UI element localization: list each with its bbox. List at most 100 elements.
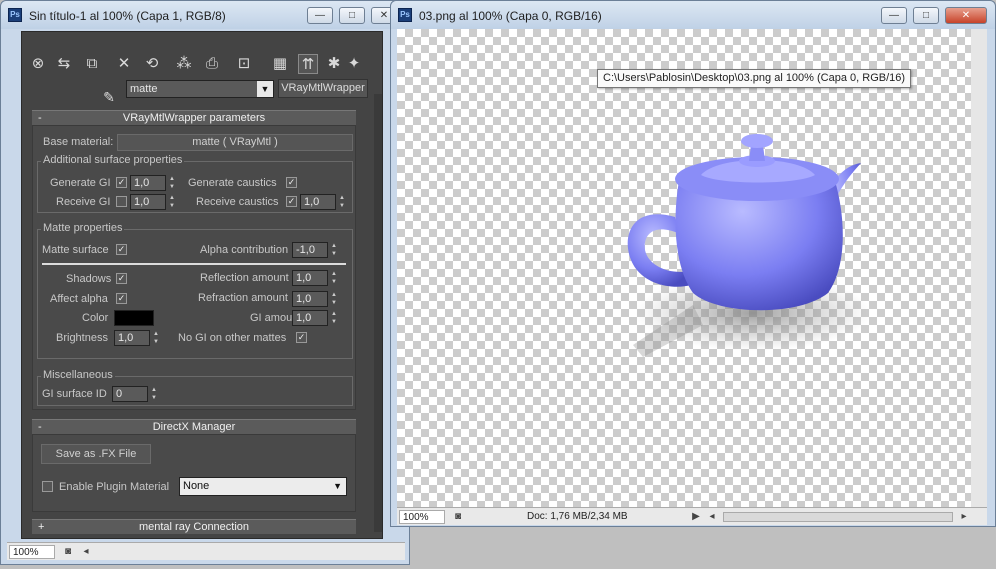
material-name-field[interactable]: matte ▼ [126,80,274,98]
matte-color-swatch[interactable] [114,310,154,326]
status-menu-icon[interactable]: ◙ [61,545,75,559]
close-button[interactable]: ✕ [945,7,987,24]
receive-caustics-checkbox[interactable]: ✓ [286,196,297,207]
shadows-checkbox[interactable]: ✓ [116,273,127,284]
delete-material-icon[interactable]: ✕ [114,54,134,74]
additional-surface-title: Additional surface properties [41,154,185,166]
receive-gi-spinner[interactable]: 1,0 [130,194,166,210]
status-arrow-icon[interactable]: ▶ [689,510,703,524]
plugin-material-select[interactable]: None ▼ [179,477,347,496]
matte-divider [42,263,346,265]
brightness-label: Brightness [56,332,108,344]
gi-surface-id-spinner[interactable]: 0 [112,386,148,402]
get-material-icon[interactable]: ⊗ [28,54,48,74]
eyedropper-icon[interactable]: ✎ [100,88,118,106]
material-name-text: matte [130,83,158,95]
photoshop-icon: Ps [8,8,22,22]
show-map-icon[interactable]: ▦ [270,54,290,74]
additional-surface-group: Additional surface properties Generate G… [37,154,353,213]
refraction-amount-spinner[interactable]: 1,0 [292,291,328,307]
generate-caustics-checkbox[interactable]: ✓ [286,177,297,188]
rollout-mentalray-header[interactable]: + mental ray Connection [32,519,356,534]
vertical-scrollbar[interactable] [971,29,987,507]
go-to-parent-icon[interactable]: ✱ [324,54,344,74]
zoom-field[interactable]: 100% [9,545,55,559]
go-forward-sibling-icon[interactable]: ✦ [344,54,364,74]
no-gi-checkbox[interactable]: ✓ [296,332,307,343]
left-window-titlebar[interactable]: Ps Sin título-1 al 100% (Capa 1, RGB/8) … [1,1,409,29]
receive-gi-label: Receive GI [56,196,111,208]
gi-surface-id-label: GI surface ID [42,388,107,400]
photoshop-icon: Ps [398,8,412,22]
base-material-label: Base material: [43,136,114,148]
spinner-arrows-icon[interactable]: ▲ ▼ [330,270,338,286]
make-unique-icon[interactable]: ⁂ [174,54,194,74]
matte-properties-group: Matte properties Matte surface ✓ Alpha c… [37,222,353,359]
spinner-arrows-icon[interactable]: ▲ ▼ [330,242,338,258]
scroll-left-icon[interactable]: ◂ [705,510,719,524]
copy-material-icon[interactable]: ⟲ [142,54,162,74]
receive-caustics-spinner[interactable]: 1,0 [300,194,336,210]
right-window-titlebar[interactable]: Ps 03.png al 100% (Capa 0, RGB/16) — □ ✕ [391,1,995,29]
panel-scrollbar[interactable] [374,94,382,532]
affect-alpha-checkbox[interactable]: ✓ [116,293,127,304]
spinner-arrows-icon[interactable]: ▲ ▼ [338,194,346,210]
base-material-button[interactable]: matte ( VRayMtl ) [117,134,353,151]
rollout-toggle[interactable]: - [38,420,42,434]
spinner-arrows-icon[interactable]: ▲ ▼ [152,330,160,346]
spinner-arrows-icon[interactable]: ▲ ▼ [330,291,338,307]
right-document-window: Ps 03.png al 100% (Capa 0, RGB/16) — □ ✕ [390,0,996,527]
spinner-arrows-icon[interactable]: ▲ ▼ [168,175,176,191]
maximize-button[interactable]: □ [339,7,365,24]
material-toolbar: ⊗ ⇆ ⧉ ✕ ⟲ ⁂ ⎙ ⊡ ▦ ⇈ ✱ ✦ [26,50,378,78]
reflection-amount-label: Reflection amount [200,272,289,284]
color-label: Color [82,312,109,324]
teapot-image [627,134,871,357]
rollout-toggle[interactable]: + [38,520,44,534]
right-window-title: 03.png al 100% (Capa 0, RGB/16) [419,9,602,23]
scroll-right-icon[interactable]: ▸ [957,510,971,524]
generate-gi-checkbox[interactable]: ✓ [116,177,127,188]
status-menu-icon[interactable]: ◙ [451,510,465,524]
rollout-directx-header[interactable]: - DirectX Manager [32,419,356,434]
generate-gi-spinner[interactable]: 1,0 [130,175,166,191]
scroll-left-icon[interactable]: ◂ [79,545,93,559]
assign-material-icon[interactable]: ⧉ [82,54,102,74]
right-status-bar: 100% ◙ Doc: 1,76 MB/2,34 MB ▶ ◂ ▸ [397,507,987,525]
no-gi-label: No GI on other mattes [178,332,287,344]
enable-plugin-checkbox[interactable] [42,481,53,492]
save-fx-button[interactable]: Save as .FX File [41,444,151,464]
gi-amount-spinner[interactable]: 1,0 [292,310,328,326]
spinner-arrows-icon[interactable]: ▲ ▼ [168,194,176,210]
material-id-icon[interactable]: ⊡ [234,54,254,74]
maximize-button[interactable]: □ [913,7,939,24]
reflection-amount-spinner[interactable]: 1,0 [292,270,328,286]
chevron-down-icon[interactable]: ▼ [257,81,273,97]
material-type-button[interactable]: VRayMtlWrapper [278,79,368,98]
spinner-arrows-icon[interactable]: ▲ ▼ [150,386,158,402]
alpha-contribution-spinner[interactable]: -1,0 [292,242,328,258]
show-end-result-icon[interactable]: ⇈ [298,54,318,74]
zoom-field[interactable]: 100% [399,510,445,524]
image-canvas[interactable]: C:\Users\Pablosin\Desktop\03.png al 100%… [397,29,971,507]
rollout-wrapper-header[interactable]: - VRayMtlWrapper parameters [32,110,356,125]
rollout-toggle[interactable]: - [38,111,42,125]
spinner-arrows-icon[interactable]: ▲ ▼ [330,310,338,326]
alpha-contribution-label: Alpha contribution [200,244,289,256]
matte-surface-checkbox[interactable]: ✓ [116,244,127,255]
minimize-button[interactable]: — [881,7,907,24]
brightness-spinner[interactable]: 1,0 [114,330,150,346]
left-document-window: Ps Sin título-1 al 100% (Capa 1, RGB/8) … [0,0,410,565]
rollout-wrapper-body: Base material: matte ( VRayMtl ) Additio… [32,125,356,410]
put-to-scene-icon[interactable]: ⇆ [54,54,74,74]
receive-gi-checkbox[interactable] [116,196,127,207]
chevron-down-icon[interactable]: ▼ [333,478,342,495]
refraction-amount-label: Refraction amount [198,292,288,304]
put-to-library-icon[interactable]: ⎙ [202,54,222,74]
miscellaneous-group: Miscellaneous GI surface ID 0 ▲ ▼ [37,369,353,406]
plugin-material-value: None [183,480,210,492]
horizontal-scrollbar[interactable] [723,512,953,522]
matte-surface-label: Matte surface [42,244,109,256]
doc-info: Doc: 1,76 MB/2,34 MB [527,511,628,522]
minimize-button[interactable]: — [307,7,333,24]
